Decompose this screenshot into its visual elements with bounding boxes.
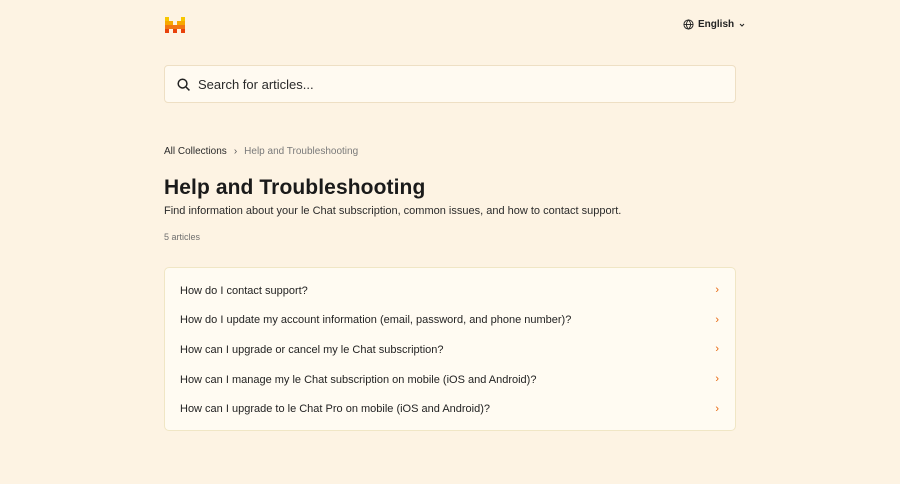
article-title: How can I upgrade or cancel my le Chat s… xyxy=(180,343,444,356)
search-bar[interactable] xyxy=(164,65,736,103)
article-title: How do I contact support? xyxy=(180,284,308,297)
globe-icon xyxy=(683,19,694,30)
article-title: How do I update my account information (… xyxy=(180,314,572,327)
page-title: Help and Troubleshooting xyxy=(164,176,426,199)
article-item[interactable]: How can I upgrade to le Chat Pro on mobi… xyxy=(165,394,735,424)
article-title: How can I upgrade to le Chat Pro on mobi… xyxy=(180,403,491,416)
language-selector[interactable]: English xyxy=(683,19,746,30)
breadcrumb: All Collections › Help and Troubleshooti… xyxy=(164,146,358,157)
article-count: 5 articles xyxy=(164,232,201,242)
search-icon xyxy=(177,77,190,91)
collection-description: Find information about your le Chat subs… xyxy=(164,205,622,217)
chevron-down-icon xyxy=(739,23,745,27)
article-item[interactable]: How do I contact support? › xyxy=(165,276,735,306)
chevron-right-icon: › xyxy=(715,343,719,356)
breadcrumb-current: Help and Troubleshooting xyxy=(244,146,359,157)
article-item[interactable]: How do I update my account information (… xyxy=(165,306,735,336)
chevron-right-icon: › xyxy=(715,402,719,415)
mistral-logo[interactable] xyxy=(165,17,185,33)
article-item[interactable]: How can I manage my le Chat subscription… xyxy=(165,365,735,395)
article-title: How can I manage my le Chat subscription… xyxy=(180,373,537,386)
breadcrumb-all-collections[interactable]: All Collections xyxy=(164,146,227,157)
chevron-right-icon: › xyxy=(715,313,719,326)
logo-mark-icon xyxy=(165,17,185,33)
search-input[interactable] xyxy=(198,76,698,92)
chevron-right-icon: › xyxy=(715,373,719,386)
chevron-right-icon: › xyxy=(715,284,719,297)
article-list: How do I contact support? › How do I upd… xyxy=(164,267,736,431)
language-label: English xyxy=(698,19,735,30)
article-item[interactable]: How can I upgrade or cancel my le Chat s… xyxy=(165,335,735,365)
chevron-right-icon: › xyxy=(233,146,238,157)
help-center-page: English All Collections › Help and Troub… xyxy=(0,0,900,484)
